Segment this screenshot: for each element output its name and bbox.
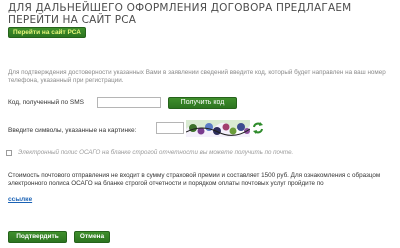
refresh-arrows-icon[interactable]: [252, 121, 264, 135]
verification-info-text: Для подтверждения достоверности указанны…: [8, 69, 386, 84]
sms-code-input[interactable]: [97, 97, 161, 108]
sms-code-label: Код, полученный по SMS: [8, 99, 85, 106]
paper-policy-checkbox[interactable]: [6, 150, 12, 156]
get-code-button[interactable]: Получить код: [168, 97, 237, 109]
sample-policy-link[interactable]: ссылке: [8, 196, 32, 203]
cancel-button[interactable]: Отмена: [74, 231, 110, 243]
paper-policy-label: Электронный полис ОСАГО на бланке строго…: [18, 149, 294, 156]
go-to-rca-button[interactable]: Перейти на сайт РСА: [8, 27, 86, 38]
captcha-label: Введите символы, указанные на картинке:: [8, 127, 137, 134]
confirm-button[interactable]: Подтвердить: [8, 231, 67, 243]
page-title: Для дальнейшего оформления договора пред…: [8, 2, 352, 26]
captcha-input[interactable]: [156, 122, 184, 134]
postage-info-text: Стоимость почтового отправления не входи…: [8, 172, 381, 187]
captcha-image: [186, 120, 250, 137]
